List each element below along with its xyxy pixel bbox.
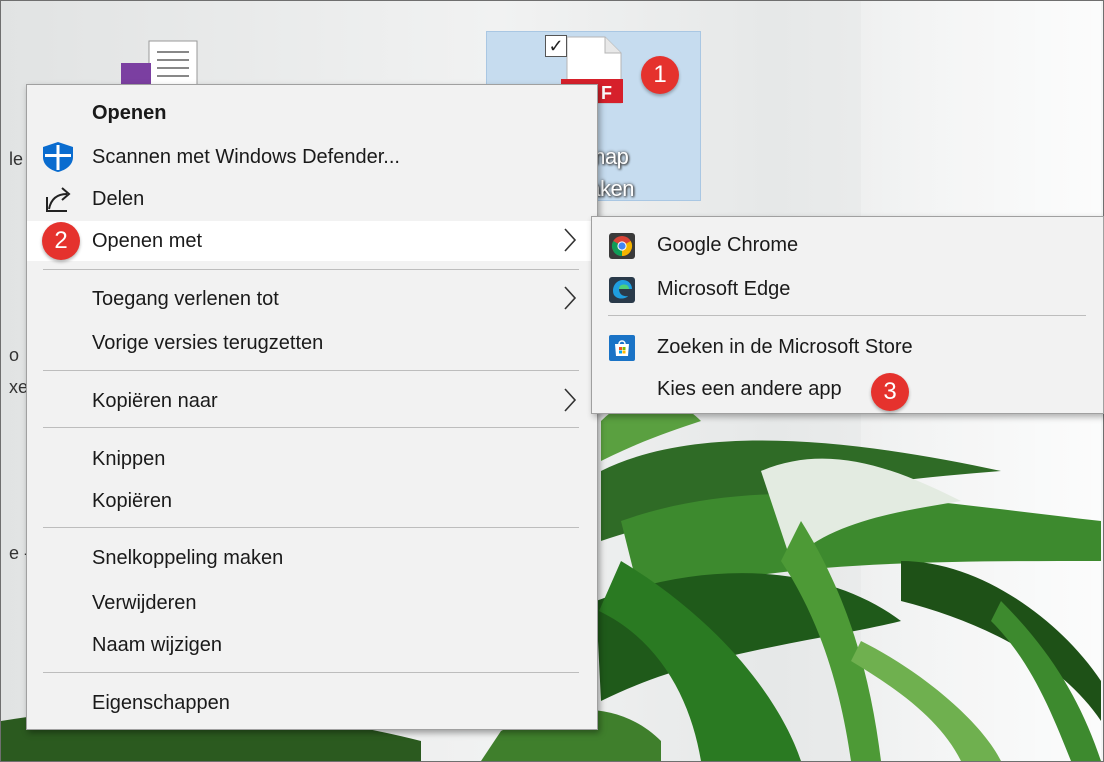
menu-item-label: Knippen [92, 448, 166, 470]
menu-item-label: Toegang verlenen tot [92, 288, 279, 310]
step-badge-3: 3 [871, 373, 909, 411]
submenu-item-label: Kies een andere app [657, 378, 842, 400]
menu-item-knippen[interactable]: Knippen [27, 439, 597, 479]
menu-item-openen-met[interactable]: Openen met [27, 221, 597, 261]
menu-item-delen[interactable]: Delen [27, 179, 597, 219]
menu-item-label: Openen [92, 102, 167, 124]
submenu-item-choose-other-app[interactable]: Kies een andere app [592, 367, 1103, 411]
menu-item-openen[interactable]: Openen [27, 93, 597, 133]
menu-item-label: Vorige versies terugzetten [92, 332, 324, 354]
menu-separator [43, 269, 579, 270]
menu-item-eigenschappen[interactable]: Eigenschappen [27, 683, 597, 723]
menu-item-label: Verwijderen [92, 592, 197, 614]
menu-separator [43, 672, 579, 673]
menu-item-label: Kopiëren [92, 490, 173, 512]
menu-item-label: Scannen met Windows Defender... [92, 146, 400, 168]
submenu-item-label: Microsoft Edge [657, 278, 791, 300]
menu-separator [43, 427, 579, 428]
menu-item-vorige-versies[interactable]: Vorige versies terugzetten [27, 323, 597, 363]
open-with-submenu: Google Chrome Microsoft Edge Zoeken in d… [591, 216, 1104, 414]
submenu-item-microsoft-store[interactable]: Zoeken in de Microsoft Store [592, 325, 1103, 369]
store-icon [609, 335, 635, 361]
windows-defender-shield-icon [43, 142, 73, 172]
step-badge-1: 1 [641, 56, 679, 94]
menu-item-scan-defender[interactable]: Scannen met Windows Defender... [27, 137, 597, 177]
menu-item-label: Kopiëren naar [92, 390, 218, 412]
chevron-right-icon [564, 388, 577, 412]
menu-item-label: Naam wijzigen [92, 634, 223, 656]
edge-icon [609, 277, 635, 303]
edge-text-2: o [9, 345, 20, 365]
step-badge-2: 2 [42, 222, 80, 260]
selection-checkbox[interactable]: ✓ [545, 35, 567, 57]
edge-text-1: le [9, 149, 24, 169]
menu-item-label: Eigenschappen [92, 692, 230, 714]
menu-separator [43, 370, 579, 371]
menu-item-kopieren[interactable]: Kopiëren [27, 481, 597, 521]
menu-item-label: Openen met [92, 230, 203, 252]
menu-item-naam-wijzigen[interactable]: Naam wijzigen [27, 625, 597, 665]
menu-separator [43, 527, 579, 528]
menu-item-toegang-verlenen[interactable]: Toegang verlenen tot [27, 279, 597, 319]
chevron-right-icon [564, 228, 577, 252]
submenu-item-label: Zoeken in de Microsoft Store [657, 336, 913, 358]
submenu-separator [608, 315, 1086, 316]
share-icon [46, 187, 71, 212]
submenu-item-google-chrome[interactable]: Google Chrome [592, 223, 1103, 267]
menu-item-verwijderen[interactable]: Verwijderen [27, 583, 597, 623]
pdf-tag: F [601, 83, 612, 103]
menu-item-snelkoppeling[interactable]: Snelkoppeling maken [27, 538, 597, 578]
submenu-item-microsoft-edge[interactable]: Microsoft Edge [592, 267, 1103, 311]
context-menu: Openen Scannen met Windows Defender... D… [26, 84, 598, 730]
menu-item-label: Snelkoppeling maken [92, 547, 284, 569]
submenu-item-label: Google Chrome [657, 234, 799, 256]
chevron-right-icon [564, 286, 577, 310]
menu-item-label: Delen [92, 188, 145, 210]
menu-item-kopieren-naar[interactable]: Kopiëren naar [27, 381, 597, 421]
chrome-icon [609, 233, 635, 259]
